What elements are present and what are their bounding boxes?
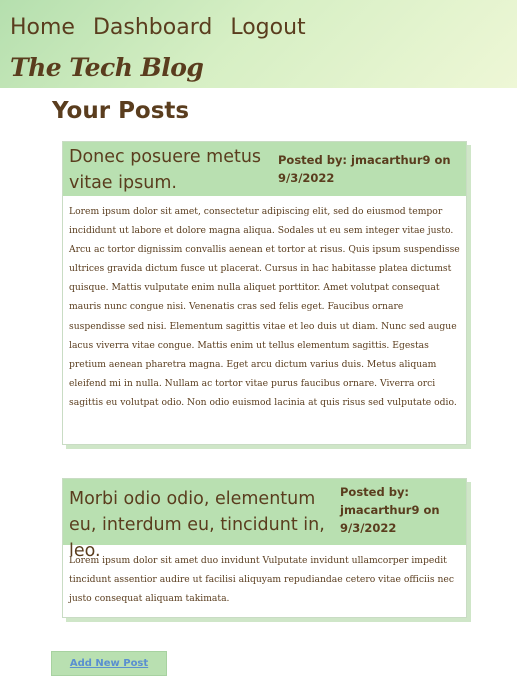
post-header: Morbi odio odio, elementum eu, interdum … [63, 479, 466, 561]
site-header: Home Dashboard Logout The Tech Blog [0, 0, 517, 88]
post-meta-line: Posted by: [340, 485, 410, 499]
post-meta-line: jmacarthur9 on [340, 503, 440, 517]
post-card[interactable]: Donec posuere metus vitae ipsum. Posted … [62, 141, 467, 445]
post-meta-line: 9/3/2022 [278, 171, 335, 185]
post-meta-line: 9/3/2022 [340, 521, 397, 535]
post-card[interactable]: Morbi odio odio, elementum eu, interdum … [62, 478, 467, 618]
post-meta: Posted by: jmacarthur9 on 9/3/2022 [340, 481, 458, 537]
post-body: Lorem ipsum dolor sit amet duo invidunt … [69, 555, 454, 605]
nav-dashboard-link[interactable]: Dashboard [93, 14, 212, 42]
post-title[interactable]: Donec posuere metus vitae ipsum. [69, 144, 274, 196]
nav-home-link[interactable]: Home [10, 14, 75, 42]
main-nav: Home Dashboard Logout [10, 14, 324, 42]
post-header: Donec posuere metus vitae ipsum. Posted … [63, 142, 466, 196]
nav-logout-link[interactable]: Logout [230, 14, 305, 42]
page-title: Your Posts [52, 98, 190, 124]
post-meta: Posted by: jmacarthur9 on 9/3/2022 [278, 144, 458, 187]
post-meta-line: Posted by: jmacarthur9 on [278, 153, 451, 167]
post-body: Lorem ipsum dolor sit amet, consectetur … [69, 206, 460, 408]
add-new-post-button[interactable]: Add New Post [51, 651, 167, 676]
site-brand: The Tech Blog [10, 53, 204, 82]
